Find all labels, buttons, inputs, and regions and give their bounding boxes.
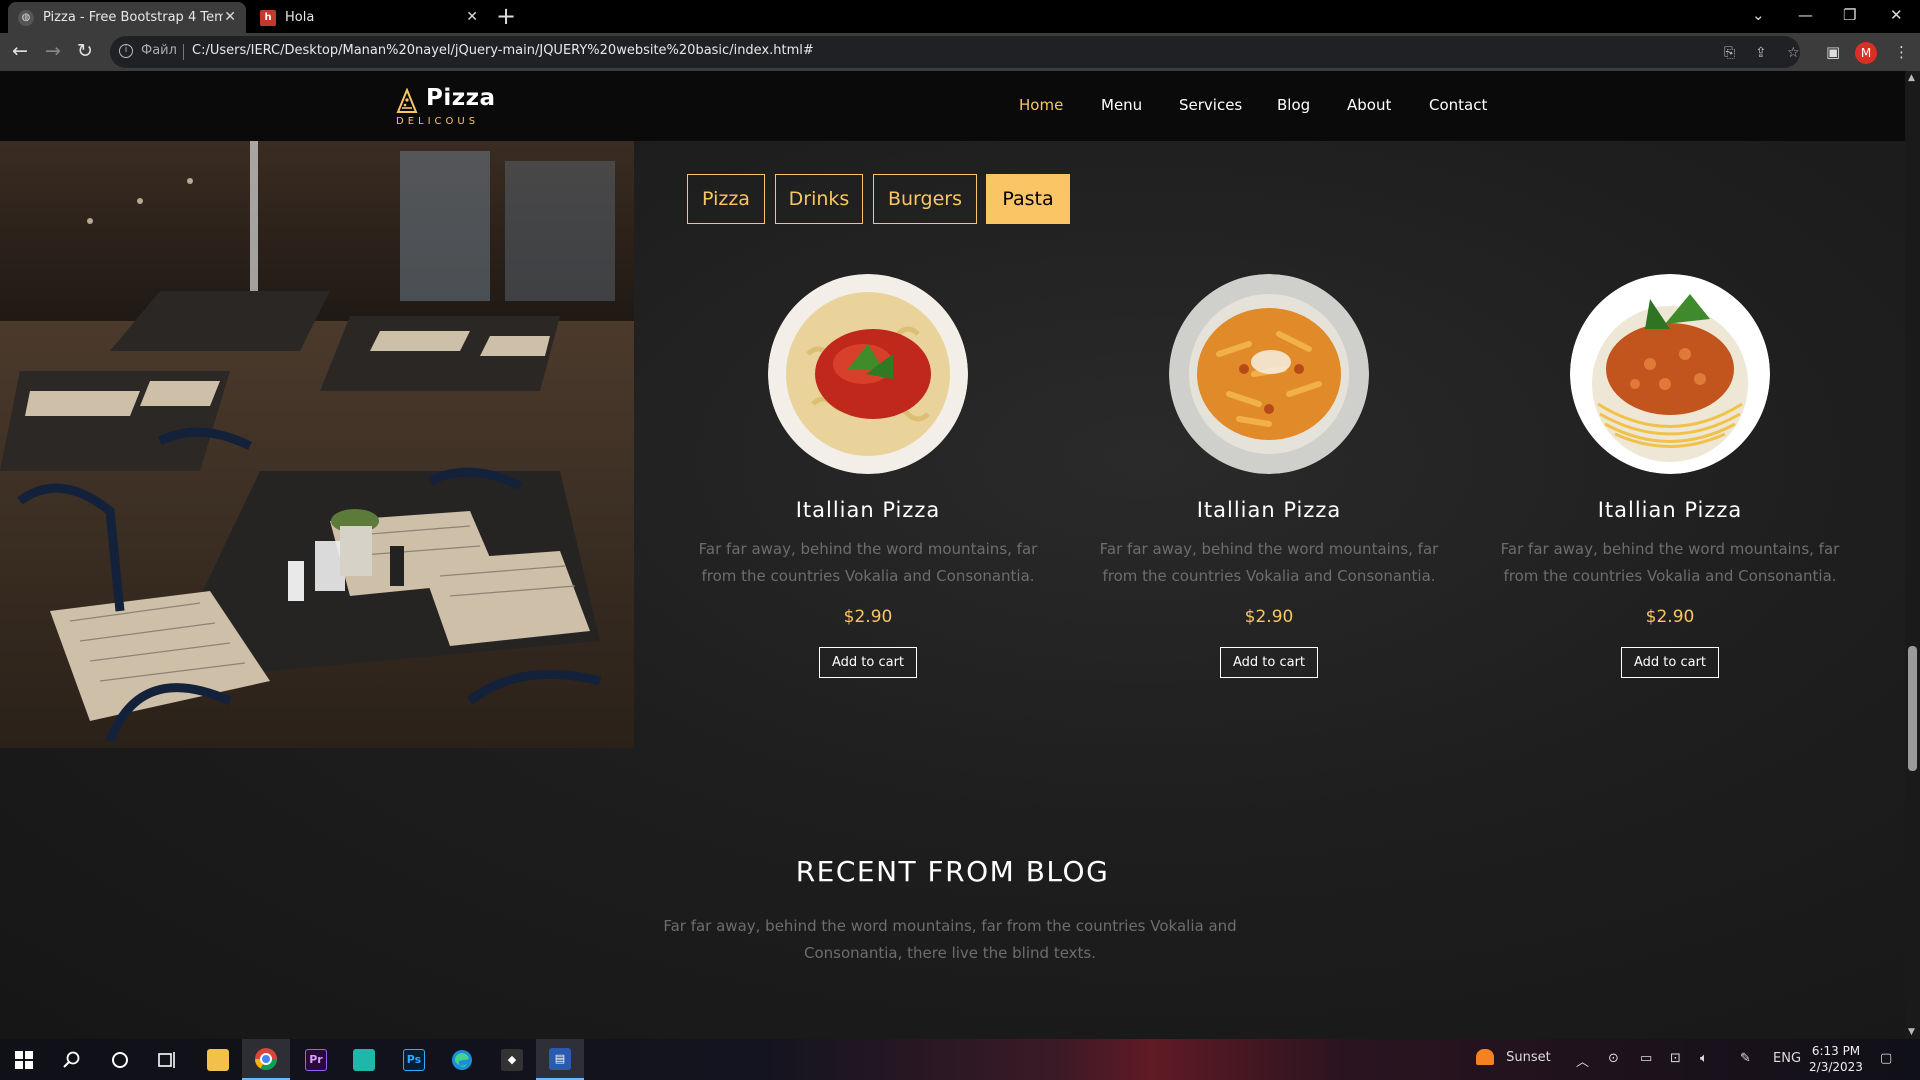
sunset-icon: [1476, 1049, 1494, 1065]
photoshop-icon[interactable]: Ps: [390, 1039, 438, 1080]
premiere-pro-icon[interactable]: Pr: [292, 1039, 340, 1080]
task-view-icon[interactable]: [144, 1039, 192, 1080]
display-icon[interactable]: ⊡: [1670, 1051, 1681, 1066]
app-icon[interactable]: ◆: [488, 1039, 536, 1080]
language-indicator[interactable]: ENG: [1773, 1051, 1801, 1066]
browser-tab-bar: ◍ Pizza - Free Bootstrap 4 Templat ✕ h H…: [0, 0, 1920, 33]
tab-burgers[interactable]: Burgers: [873, 174, 977, 224]
browser-tab-pizza[interactable]: ◍ Pizza - Free Bootstrap 4 Templat ✕: [8, 2, 246, 33]
site-navbar: Pizza DELICOUS Home Menu Services Blog A…: [0, 71, 1905, 141]
notifications-icon[interactable]: ▢: [1880, 1051, 1892, 1066]
profile-avatar[interactable]: M: [1855, 42, 1877, 64]
tab-pizza[interactable]: Pizza: [687, 174, 765, 224]
add-to-cart-button[interactable]: Add to cart: [818, 647, 918, 678]
start-icon[interactable]: [0, 1039, 48, 1080]
globe-icon: ◍: [18, 9, 34, 26]
system-clock[interactable]: 6:13 PM 2/3/2023: [1806, 1043, 1866, 1075]
weather-widget[interactable]: Sunset: [1476, 1049, 1551, 1065]
address-bar[interactable]: i Файл C:/Users/IERC/Desktop/Manan%20nay…: [110, 36, 1800, 68]
translate-icon[interactable]: ⎘: [1724, 45, 1735, 61]
pen-icon[interactable]: ✎: [1740, 1051, 1751, 1066]
edge-icon[interactable]: [438, 1039, 486, 1080]
pasta-dish-image: [768, 274, 968, 474]
tab-drinks[interactable]: Drinks: [775, 174, 863, 224]
brand-tagline: DELICOUS: [396, 116, 480, 127]
new-tab-button[interactable]: +: [496, 4, 516, 28]
product-title: Itallian Pizza: [1196, 498, 1342, 522]
close-window-icon[interactable]: ✕: [1890, 6, 1903, 24]
back-icon[interactable]: ←: [12, 41, 28, 61]
brand-name: Pizza: [426, 85, 496, 111]
pasta-dish-image: [1570, 274, 1770, 474]
reload-icon[interactable]: ↻: [77, 41, 93, 61]
chrome-icon[interactable]: [242, 1039, 290, 1080]
blog-section-description: Far far away, behind the word mountains,…: [663, 917, 1237, 962]
cortana-icon[interactable]: [96, 1039, 144, 1080]
app-icon[interactable]: [340, 1039, 388, 1080]
product-description: Far far away, behind the word mountains,…: [698, 540, 1038, 585]
close-tab-icon[interactable]: ✕: [224, 9, 236, 25]
nav-services[interactable]: Services: [1179, 96, 1242, 114]
restaurant-interior-image: [0, 141, 634, 748]
product-title: Itallian Pizza: [795, 498, 941, 522]
nav-contact[interactable]: Contact: [1429, 96, 1487, 114]
pizza-slice-icon: [396, 88, 418, 113]
nav-menu[interactable]: Menu: [1101, 96, 1142, 114]
nav-blog[interactable]: Blog: [1277, 96, 1310, 114]
tab-title: Hola: [285, 10, 315, 25]
h-favicon-icon: h: [260, 9, 276, 26]
pasta-dish-image: [1169, 274, 1369, 474]
network-icon[interactable]: ▭: [1640, 1051, 1652, 1066]
product-price: $2.90: [1645, 607, 1695, 627]
chevron-up-icon[interactable]: ︿: [1576, 1051, 1589, 1070]
product-title: Itallian Pizza: [1597, 498, 1743, 522]
nav-home[interactable]: Home: [1019, 96, 1063, 114]
web-page: Pizza DELICOUS Home Menu Services Blog A…: [0, 71, 1905, 1039]
scrollbar-thumb[interactable]: [1908, 646, 1917, 771]
info-icon[interactable]: i: [119, 44, 133, 58]
file-explorer-icon[interactable]: [194, 1039, 242, 1080]
browser-tab-hola[interactable]: h Hola ✕: [250, 2, 488, 33]
product-description: Far far away, behind the word mountains,…: [1500, 540, 1840, 585]
volume-icon[interactable]: 🔈︎: [1700, 1051, 1708, 1066]
tab-title: Pizza - Free Bootstrap 4 Templat: [43, 10, 223, 25]
product-description: Far far away, behind the word mountains,…: [1099, 540, 1439, 585]
divider: [183, 44, 184, 60]
clock-date: 2/3/2023: [1809, 1060, 1863, 1074]
product-price: $2.90: [843, 607, 893, 627]
scheme-label: Файл: [141, 43, 177, 58]
app-icon[interactable]: ▤: [536, 1039, 584, 1080]
blog-section-heading: RECENT FROM BLOG: [795, 855, 1110, 888]
browser-toolbar: ← → ↻ i Файл C:/Users/IERC/Desktop/Manan…: [0, 33, 1920, 71]
page-scrollbar[interactable]: ▲ ▼: [1905, 71, 1920, 1039]
scroll-up-icon[interactable]: ▲: [1908, 73, 1915, 83]
search-icon[interactable]: [48, 1039, 96, 1080]
url-text[interactable]: C:/Users/IERC/Desktop/Manan%20nayel/jQue…: [192, 43, 814, 58]
share-icon[interactable]: ⇪: [1755, 45, 1767, 61]
product-card: Itallian Pizza Far far away, behind the …: [688, 274, 1048, 678]
menu-kebab-icon[interactable]: ⋮: [1894, 43, 1909, 61]
bookmark-star-icon[interactable]: ☆: [1787, 45, 1800, 61]
windows-taskbar: Pr Ps ◆ ▤ Sunset ︿ ⊙ ▭ ⊡ 🔈︎ ✎ ENG 6:13 P…: [0, 1039, 1920, 1080]
forward-icon[interactable]: →: [45, 41, 61, 61]
scroll-down-icon[interactable]: ▼: [1908, 1027, 1915, 1037]
product-price: $2.90: [1244, 607, 1294, 627]
tab-pasta[interactable]: Pasta: [986, 174, 1070, 224]
product-card: Itallian Pizza Far far away, behind the …: [1490, 274, 1850, 678]
minimize-icon[interactable]: —: [1798, 6, 1813, 24]
add-to-cart-button[interactable]: Add to cart: [1219, 647, 1319, 678]
restore-icon[interactable]: ❐: [1843, 6, 1856, 24]
clock-time: 6:13 PM: [1811, 1044, 1861, 1058]
product-card: Itallian Pizza Far far away, behind the …: [1089, 274, 1449, 678]
meet-icon[interactable]: ⊙: [1608, 1051, 1619, 1066]
tab-search-icon[interactable]: ⌄: [1752, 6, 1765, 24]
weather-label: Sunset: [1506, 1049, 1551, 1065]
close-tab-icon[interactable]: ✕: [466, 9, 478, 25]
nav-about[interactable]: About: [1347, 96, 1391, 114]
side-panel-icon[interactable]: ▣: [1826, 43, 1840, 61]
add-to-cart-button[interactable]: Add to cart: [1620, 647, 1720, 678]
